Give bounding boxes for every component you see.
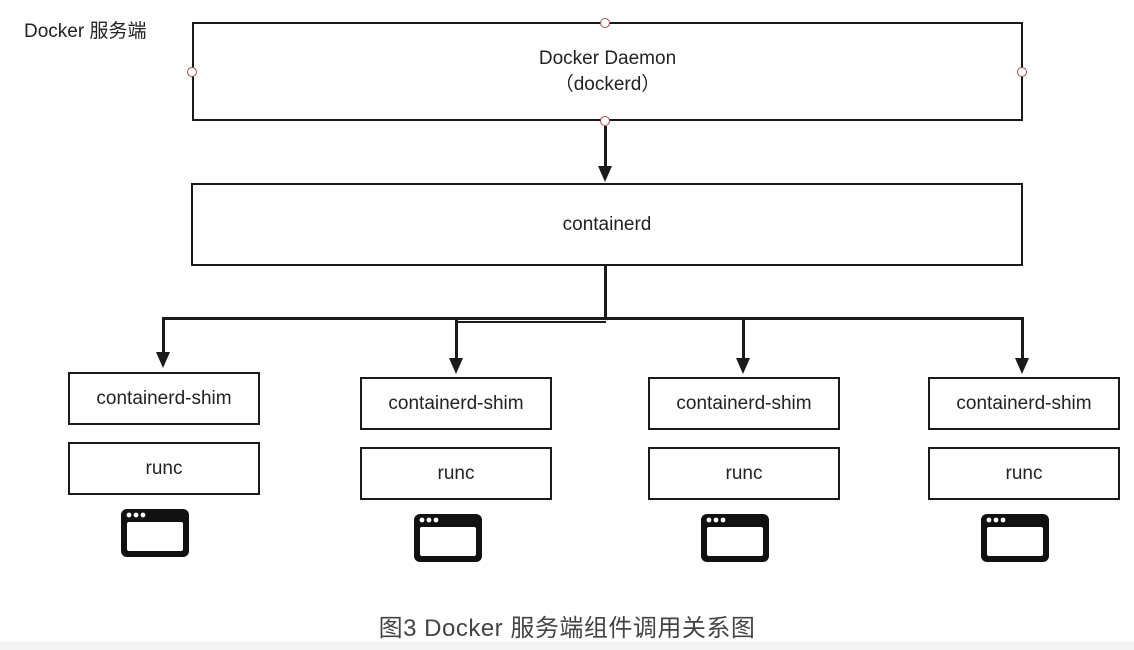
shim-label: containerd-shim [956,392,1092,414]
handle-bottom[interactable] [600,116,610,126]
diagram-canvas: Docker 服务端 Docker Daemon （dockerd） conta… [0,0,1134,650]
containerd-label: containerd [562,213,652,235]
browser-window-icon [701,514,769,562]
region-label: Docker 服务端 [24,21,147,42]
containerd-shim-box-4[interactable]: containerd-shim [928,377,1120,430]
runc-label: runc [1005,462,1043,484]
arrowhead-containerd [598,166,612,182]
runc-label: runc [725,462,763,484]
shim-label: containerd-shim [676,392,812,414]
shim-label: containerd-shim [388,392,524,414]
containerd-shim-box-3[interactable]: containerd-shim [648,377,840,430]
browser-window-icon [414,514,482,562]
connector-drop-3 [742,317,745,359]
browser-window-icon [981,514,1049,562]
connector-drop-1 [162,317,165,353]
handle-top[interactable] [600,18,610,28]
bottom-band [0,642,1134,650]
browser-window-icon [121,509,189,557]
runc-box-3[interactable]: runc [648,447,840,500]
arrowhead-shim-4 [1015,358,1029,374]
arrowhead-shim-1 [156,352,170,368]
handle-left[interactable] [187,67,197,77]
shim-label: containerd-shim [96,387,232,409]
containerd-shim-box-1[interactable]: containerd-shim [68,372,260,425]
handle-right[interactable] [1017,67,1027,77]
connector-daemon-containerd [604,126,607,168]
arrowhead-shim-3 [736,358,750,374]
runc-label: runc [145,457,183,479]
connector-drop-2 [455,317,458,359]
containerd-box[interactable]: containerd [191,183,1023,266]
figure-caption: 图3 Docker 服务端组件调用关系图 [378,615,756,642]
connector-drop-4 [1021,317,1024,359]
arrowhead-shim-2 [449,358,463,374]
runc-box-4[interactable]: runc [928,447,1120,500]
runc-box-1[interactable]: runc [68,442,260,495]
docker-daemon-box[interactable]: Docker Daemon （dockerd） [192,22,1023,121]
daemon-subtitle: （dockerd） [554,73,661,95]
connector-containerd-trunk [604,266,607,319]
runc-box-2[interactable]: runc [360,447,552,500]
containerd-shim-box-2[interactable]: containerd-shim [360,377,552,430]
daemon-title: Docker Daemon [538,47,677,69]
connector-bus [162,317,1024,320]
connector-bus-inner [456,321,606,323]
runc-label: runc [437,462,475,484]
